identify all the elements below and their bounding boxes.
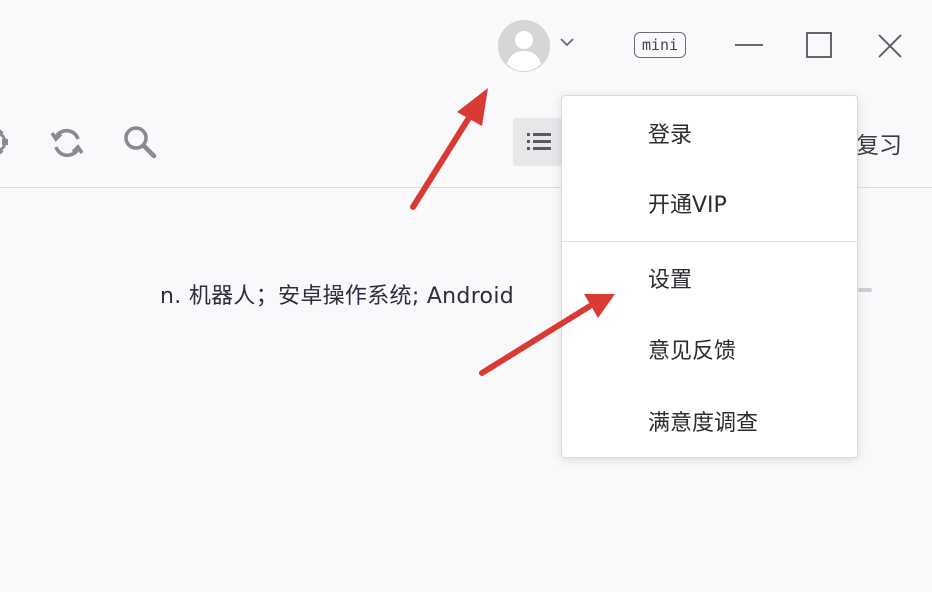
- review-tab[interactable]: 复习: [856, 126, 902, 160]
- menu-item-login[interactable]: 登录: [562, 102, 857, 164]
- app-window: mini 复习 n. 机器人；安卓操作系统; Android 登录 开通VIP …: [0, 0, 932, 592]
- faint-mark: [858, 288, 872, 292]
- maximize-icon[interactable]: [802, 28, 836, 62]
- menu-item-open-vip[interactable]: 开通VIP: [562, 172, 857, 234]
- word-definition: n. 机器人；安卓操作系统; Android: [160, 284, 514, 309]
- mini-mode-label: mini: [641, 36, 679, 54]
- menu-item-settings[interactable]: 设置: [562, 247, 857, 309]
- menu-item-feedback[interactable]: 意见反馈: [562, 318, 857, 380]
- user-avatar-icon[interactable]: [498, 20, 550, 72]
- chevron-down-icon[interactable]: [558, 33, 576, 51]
- mini-mode-button[interactable]: mini: [634, 32, 686, 58]
- minimize-icon[interactable]: [732, 30, 766, 60]
- list-view-button[interactable]: [513, 118, 563, 166]
- search-icon[interactable]: [120, 122, 160, 162]
- refresh-icon[interactable]: [48, 124, 86, 162]
- close-icon[interactable]: [872, 28, 908, 64]
- menu-item-survey[interactable]: 满意度调查: [562, 390, 857, 452]
- menu-divider: [562, 241, 857, 242]
- list-icon: [527, 133, 551, 150]
- arrow-to-avatar-icon: [410, 88, 488, 210]
- account-dropdown-menu: 登录 开通VIP 设置 意见反馈 满意度调查: [561, 95, 858, 458]
- gear-icon[interactable]: [0, 124, 14, 160]
